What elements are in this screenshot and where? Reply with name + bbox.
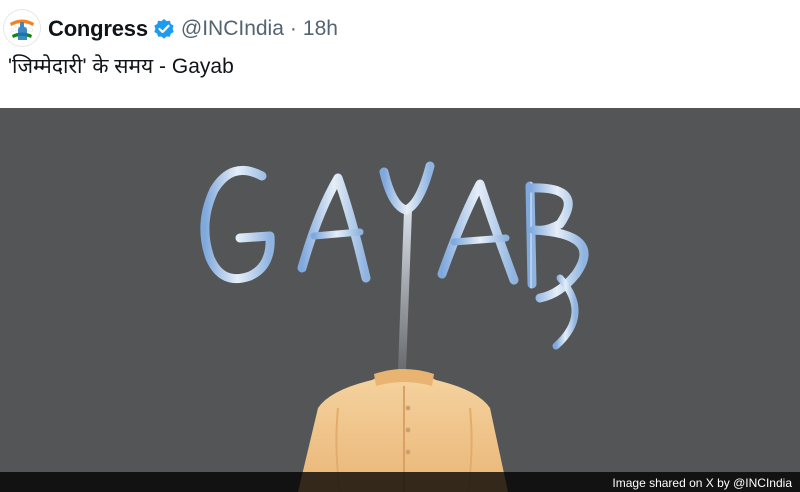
avatar[interactable] [4, 10, 40, 46]
author-handle[interactable]: @INCIndia [181, 17, 284, 41]
verified-badge-icon [153, 18, 175, 40]
light-beam [398, 210, 412, 370]
congress-hand-logo-icon [4, 10, 40, 46]
author-row: Congress @INCIndia · 18h [48, 14, 338, 44]
post-header: Congress @INCIndia · 18h 'जिम्मेदारी' के… [0, 0, 800, 108]
image-caption: Image shared on X by @INCIndia [612, 476, 792, 490]
post-text: 'जिम्मेदारी' के समय - Gayab [8, 55, 234, 78]
author-name[interactable]: Congress [48, 16, 148, 42]
post-time[interactable]: 18h [303, 17, 338, 41]
gayab-lettering [200, 161, 589, 350]
post-image[interactable]: Image shared on X by @INCIndia [0, 108, 800, 492]
caption-bar: Image shared on X by @INCIndia [0, 472, 800, 492]
social-post: Congress @INCIndia · 18h 'जिम्मेदारी' के… [0, 0, 800, 492]
gayab-artwork [200, 161, 589, 492]
separator-dot: · [289, 17, 297, 40]
